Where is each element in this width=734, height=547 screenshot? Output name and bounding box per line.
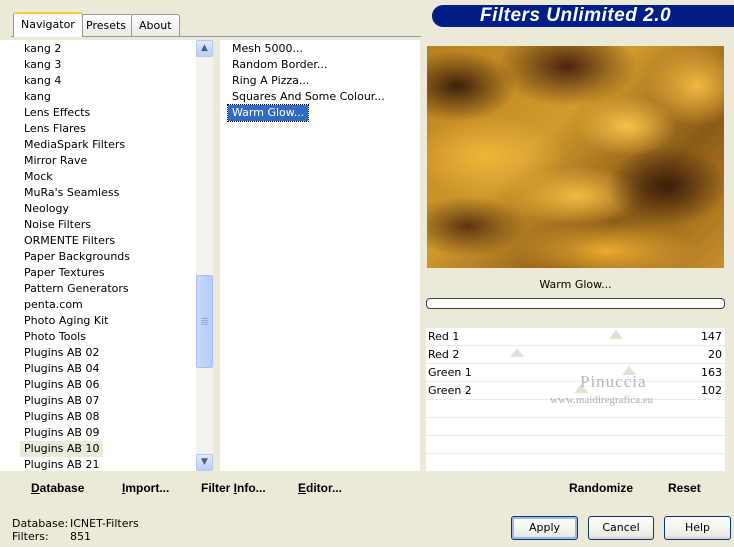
- category-item[interactable]: Plugins AB 07: [20, 393, 103, 409]
- category-item[interactable]: Plugins AB 08: [20, 409, 103, 425]
- database-status-value: ICNET-Filters: [70, 517, 139, 530]
- grip-line: [201, 318, 208, 319]
- tab-about[interactable]: About: [131, 14, 180, 36]
- category-list[interactable]: kang 2 kang 3 kang 4 kang Lens Effects Lens F…: [0, 40, 196, 471]
- parameter-slider-knob[interactable]: [509, 348, 524, 357]
- filter-item[interactable]: Squares And Some Colour...: [228, 89, 389, 105]
- tab-navigator[interactable]: Navigator: [13, 12, 83, 37]
- category-item[interactable]: Noise Filters: [20, 217, 95, 233]
- parameter-row: [426, 454, 725, 472]
- watermark-url: www.maidiregrafica.eu: [550, 394, 654, 406]
- reset-button[interactable]: Reset: [668, 481, 701, 495]
- preview-filter-name: Warm Glow...: [539, 278, 612, 291]
- category-item[interactable]: MediaSpark Filters: [20, 137, 129, 153]
- parameter-value: 147: [701, 330, 722, 343]
- category-item[interactable]: Lens Effects: [20, 105, 94, 121]
- database-accel: D: [31, 481, 40, 495]
- filter-info-label: nfo...: [237, 481, 266, 495]
- parameter-row: [426, 418, 725, 436]
- category-item[interactable]: MuRa's Seamless: [20, 185, 123, 201]
- parameter-name: Green 1: [428, 366, 472, 379]
- progress-bar: [426, 298, 725, 309]
- category-item[interactable]: Photo Tools: [20, 329, 90, 345]
- category-item[interactable]: penta.com: [20, 297, 87, 313]
- parameter-value: 20: [708, 348, 722, 361]
- category-item[interactable]: kang 2: [20, 41, 65, 57]
- filters-count-label: Filters:: [12, 530, 49, 543]
- filter-item[interactable]: Mesh 5000...: [228, 41, 307, 57]
- watermark-name: Pinuccia: [580, 372, 647, 391]
- tab-label: About: [139, 19, 172, 32]
- tab-label: Presets: [86, 19, 127, 32]
- category-item[interactable]: Plugins AB 04: [20, 361, 103, 377]
- preview-image: [427, 46, 724, 268]
- grip-line: [201, 324, 208, 325]
- parameter-name: Red 1: [428, 330, 460, 343]
- category-item[interactable]: Pattern Generators: [20, 281, 133, 297]
- category-item[interactable]: Lens Flares: [20, 121, 90, 137]
- category-item[interactable]: Neology: [20, 201, 73, 217]
- category-item[interactable]: kang 3: [20, 57, 65, 73]
- editor-accel: E: [298, 481, 307, 495]
- scroll-down-button[interactable]: ▼: [196, 454, 213, 471]
- category-item[interactable]: Mirror Rave: [20, 153, 91, 169]
- app-title: Filters Unlimited 2.0: [480, 5, 672, 26]
- category-item[interactable]: Photo Aging Kit: [20, 313, 112, 329]
- parameter-name: Red 2: [428, 348, 460, 361]
- grip-line: [201, 322, 208, 323]
- filter-list[interactable]: Mesh 5000... Random Border... Ring A Pizza…: [220, 40, 420, 471]
- category-item[interactable]: Plugins AB 10: [20, 441, 104, 457]
- apply-button[interactable]: Apply: [511, 516, 578, 540]
- scroll-thumb[interactable]: [196, 275, 213, 368]
- category-scrollbar[interactable]: ▲ ▼: [196, 40, 213, 471]
- import-button[interactable]: Import...: [122, 481, 169, 495]
- tab-label: Navigator: [21, 18, 75, 31]
- chevron-up-icon: ▲: [201, 43, 208, 53]
- database-label: atabase: [39, 481, 85, 495]
- randomize-button[interactable]: Randomize: [569, 481, 633, 495]
- import-label: mport...: [125, 481, 170, 495]
- parameter-slider-knob[interactable]: [609, 330, 624, 339]
- filter-item[interactable]: Random Border...: [228, 57, 331, 73]
- category-item[interactable]: Paper Backgrounds: [20, 249, 134, 265]
- scroll-up-button[interactable]: ▲: [196, 40, 213, 57]
- filter-info-button[interactable]: Filter Info...: [201, 481, 266, 495]
- parameter-row[interactable]: Red 1 147: [426, 328, 725, 346]
- filter-item[interactable]: Warm Glow...: [226, 104, 310, 122]
- category-item[interactable]: Plugins AB 09: [20, 425, 103, 441]
- category-item[interactable]: Plugins AB 02: [20, 345, 103, 361]
- category-item[interactable]: kang: [20, 89, 55, 105]
- editor-button[interactable]: Editor...: [298, 481, 342, 495]
- filter-info-prefix: Filter: [201, 481, 234, 495]
- category-item[interactable]: Plugins AB 21: [20, 457, 103, 473]
- parameter-name: Green 2: [428, 384, 472, 397]
- cancel-button[interactable]: Cancel: [588, 516, 654, 540]
- parameter-value: 163: [701, 366, 722, 379]
- editor-label: ditor...: [306, 481, 343, 495]
- grip-line: [201, 320, 208, 321]
- database-status-label: Database:: [12, 517, 69, 530]
- category-item[interactable]: Mock: [20, 169, 57, 185]
- filter-item[interactable]: Ring A Pizza...: [228, 73, 313, 89]
- category-item[interactable]: Plugins AB 06: [20, 377, 103, 393]
- chevron-down-icon: ▼: [201, 457, 208, 467]
- filters-count-value: 851: [70, 530, 91, 543]
- tab-presets[interactable]: Presets: [78, 14, 135, 36]
- category-item[interactable]: kang 4: [20, 73, 65, 89]
- database-button[interactable]: Database: [31, 481, 84, 495]
- parameter-value: 102: [701, 384, 722, 397]
- parameter-row[interactable]: Green 1 163: [426, 364, 725, 382]
- parameter-row[interactable]: Red 2 20: [426, 346, 725, 364]
- help-button[interactable]: Help: [664, 516, 731, 540]
- category-item[interactable]: ORMENTE Filters: [20, 233, 119, 249]
- parameter-row: [426, 436, 725, 454]
- category-item[interactable]: Paper Textures: [20, 265, 109, 281]
